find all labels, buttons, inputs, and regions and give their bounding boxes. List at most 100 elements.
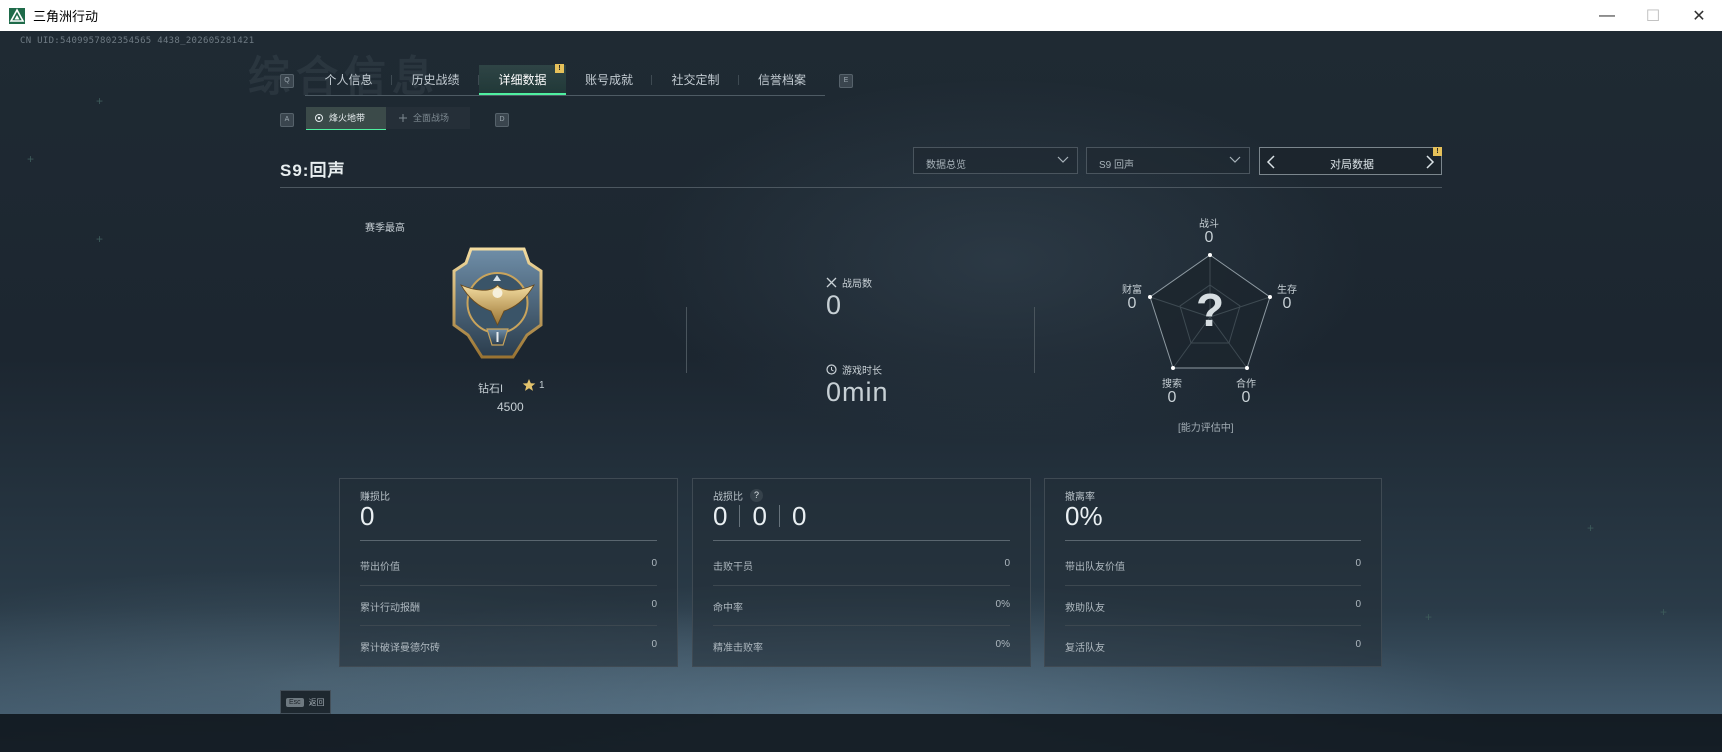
- subtab-warfare[interactable]: 全面战场: [386, 107, 470, 129]
- deco-cross: +: [1587, 521, 1595, 535]
- stat-row-label: 精准击败率: [713, 643, 763, 654]
- chevron-right-icon[interactable]: [1425, 155, 1435, 169]
- matches-label-text: 战局数: [842, 279, 872, 290]
- dropdown-label: 数据总览: [926, 160, 966, 171]
- tab-label: 信誉档案: [757, 73, 806, 87]
- playtime-label-text: 游戏时长: [842, 366, 882, 377]
- deco-cross: +: [96, 94, 104, 108]
- rank-name: 钻石I: [478, 383, 504, 395]
- subtab-label: 全面战场: [413, 113, 450, 123]
- window-titlebar: 三角洲行动 — ☐ ✕: [0, 0, 1722, 32]
- stat-row-label: 累计破译曼德尔砖: [360, 643, 440, 654]
- radar-unknown-mark: ?: [1195, 284, 1225, 336]
- chevron-down-icon: [1229, 156, 1241, 163]
- tab-label: 详细数据: [498, 73, 547, 87]
- stat-row: 救助队友 0: [1065, 585, 1361, 626]
- maximize-button[interactable]: ☐: [1630, 0, 1676, 31]
- minimize-button[interactable]: —: [1584, 0, 1630, 31]
- stat-row-label: 击败干员: [713, 562, 753, 573]
- key-d-hint: D: [495, 113, 509, 127]
- match-data-selector[interactable]: 对局数据 !: [1259, 147, 1442, 175]
- panel-main-value: 0%: [1065, 501, 1103, 531]
- game-viewport: CN UID:5409957802354565 4438_20260528142…: [0, 31, 1722, 752]
- chevron-down-icon: [1057, 156, 1069, 163]
- radar-label-survival: 生存: [1277, 285, 1297, 296]
- mode-subtabs: 烽火地带 全面战场: [306, 107, 470, 130]
- section-divider: [686, 307, 687, 373]
- window-title: 三角洲行动: [33, 9, 99, 24]
- back-button[interactable]: Esc 返回: [280, 690, 331, 714]
- stat-row-value: 0: [651, 599, 657, 610]
- tab-personal-info[interactable]: 个人信息: [305, 65, 392, 95]
- header-divider: [280, 187, 1442, 188]
- tab-label: 账号成就: [584, 73, 633, 87]
- radar-value-search: 0: [1167, 389, 1177, 406]
- overview-dropdown[interactable]: 数据总览: [913, 147, 1078, 174]
- stat-row-label: 救助队友: [1065, 603, 1105, 614]
- stat-row-label: 累计行动报酬: [360, 603, 420, 614]
- profit-panel: 赚损比 0 带出价值 0 累计行动报酬 0 累计破译曼德尔砖 0: [339, 478, 678, 667]
- stat-row-label: 命中率: [713, 603, 743, 614]
- stat-row-value: 0: [1355, 639, 1361, 650]
- close-button[interactable]: ✕: [1676, 0, 1722, 31]
- uid-text: CN UID:5409957802354565 4438_20260528142…: [20, 36, 255, 46]
- rank-score: 4500: [497, 400, 524, 414]
- tab-achievements[interactable]: 账号成就: [566, 65, 652, 95]
- deco-cross: +: [96, 232, 104, 246]
- alert-badge: !: [555, 64, 564, 73]
- key-q-hint: Q: [280, 74, 294, 88]
- stat-row: 累计行动报酬 0: [360, 585, 657, 626]
- stat-row: 命中率 0%: [713, 585, 1010, 626]
- radar-value-wealth: 0: [1127, 295, 1137, 312]
- stat-row-value: 0: [1355, 599, 1361, 610]
- extract-panel: 撤离率 0% 带出队友价值 0 救助队友 0 复活队友 0: [1044, 478, 1382, 667]
- stat-row-label: 复活队友: [1065, 643, 1105, 654]
- kd-separator: [778, 505, 780, 527]
- stat-row-value: 0: [1355, 558, 1361, 569]
- panel-main-value: 0: [360, 501, 375, 531]
- tab-label: 个人信息: [324, 73, 373, 87]
- radar-label-combat: 战斗: [1199, 219, 1219, 230]
- tab-social-custom[interactable]: 社交定制: [652, 65, 739, 95]
- stat-row-value: 0%: [995, 599, 1010, 610]
- stat-row: 复活队友 0: [1065, 625, 1361, 666]
- tab-detailed-data[interactable]: 详细数据!: [479, 64, 566, 95]
- kd-value-assists: 0: [791, 501, 807, 531]
- subtab-operations[interactable]: 烽火地带: [306, 107, 386, 130]
- radar-value-survival: 0: [1282, 295, 1292, 312]
- main-tabs: 个人信息 历史战绩 详细数据! 账号成就 社交定制 信誉档案: [305, 64, 825, 96]
- stat-row: 累计破译曼德尔砖 0: [360, 625, 657, 666]
- playtime-value: 0min: [826, 377, 889, 407]
- stat-row-label: 带出队友价值: [1065, 562, 1125, 573]
- deco-cross: +: [1425, 610, 1433, 624]
- dropdown-label: S9 回声: [1099, 160, 1135, 171]
- stat-row: 带出价值 0: [360, 545, 657, 585]
- subtab-label: 烽火地带: [329, 113, 366, 123]
- season-dropdown[interactable]: S9 回声: [1086, 147, 1250, 174]
- stat-row-value: 0: [651, 558, 657, 569]
- panel-divider: [713, 540, 1010, 541]
- radar-label-wealth: 财富: [1122, 285, 1142, 296]
- radar-value-combat: 0: [1204, 229, 1214, 246]
- esc-key-hint: Esc: [286, 697, 304, 707]
- matches-label: 战局数: [826, 275, 872, 290]
- bottom-bar: [0, 714, 1722, 752]
- stat-row-value: 0%: [995, 639, 1010, 650]
- radar-value-teamwork: 0: [1241, 389, 1251, 406]
- tab-match-history[interactable]: 历史战绩: [392, 65, 479, 95]
- panel-divider: [1065, 540, 1361, 541]
- section-divider: [1034, 307, 1035, 373]
- alert-badge: !: [1433, 147, 1442, 156]
- radar-status: [能力评估中]: [1178, 423, 1234, 434]
- tab-label: 历史战绩: [411, 73, 460, 87]
- stat-row-value: 0: [1004, 558, 1010, 569]
- radar-label-search: 搜索: [1162, 379, 1182, 390]
- chevron-left-icon[interactable]: [1266, 155, 1276, 169]
- stat-row: 精准击败率 0%: [713, 625, 1010, 666]
- season-title: S9:回声: [280, 161, 346, 180]
- diamond-rank-emblem-icon: [452, 247, 543, 359]
- kd-separator: [739, 505, 741, 527]
- matches-value: 0: [826, 290, 843, 320]
- key-e-hint: E: [839, 74, 853, 88]
- tab-reputation[interactable]: 信誉档案: [739, 65, 825, 95]
